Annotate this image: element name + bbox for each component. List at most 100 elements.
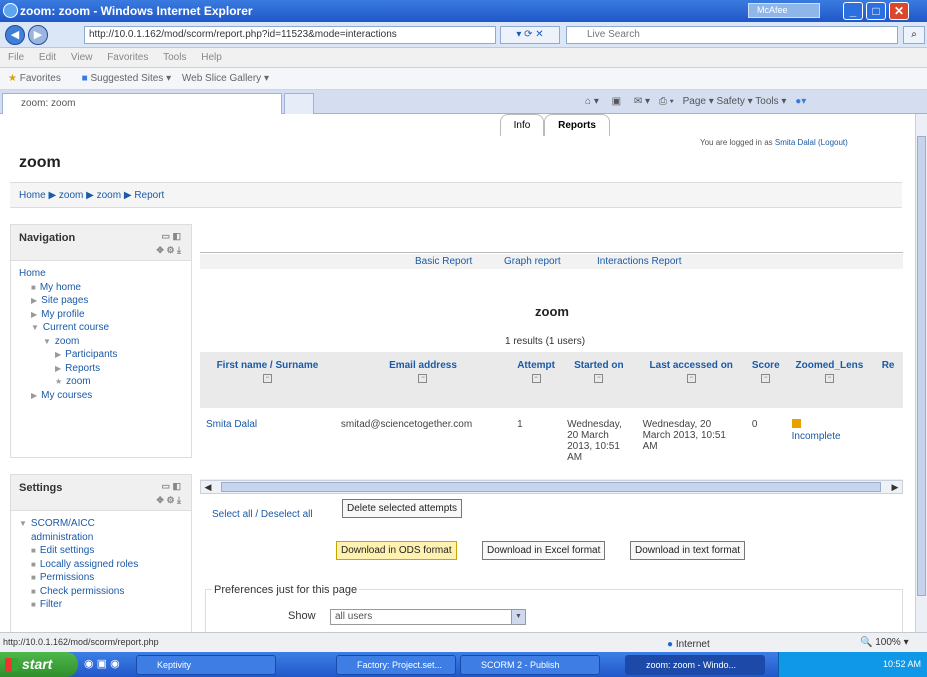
menu-favorites[interactable]: Favorites xyxy=(107,52,148,63)
collapse-column-icon[interactable]: − xyxy=(418,374,428,383)
cell-name[interactable]: Smita Dalal xyxy=(200,408,335,479)
task-scorm-publish[interactable]: SCORM 2 - Publish xyxy=(460,655,600,675)
suggested-sites-link[interactable]: Suggested Sites ▾ xyxy=(90,73,171,84)
col-re[interactable]: Re xyxy=(873,352,903,408)
cell-re xyxy=(873,408,903,479)
new-tab-button[interactable] xyxy=(284,93,314,114)
quick-launch-icons[interactable]: ◉ ▣ ◉ xyxy=(84,657,120,670)
show-select-value: all users xyxy=(335,611,373,622)
scroll-right-icon[interactable]: ▶ xyxy=(888,481,902,493)
close-button[interactable]: ✕ xyxy=(889,2,909,20)
scroll-thumb[interactable] xyxy=(221,482,881,492)
tree-item[interactable]: ▼ zoom xyxy=(19,335,191,349)
col-attempt[interactable]: Attempt − xyxy=(511,352,562,408)
home-icon[interactable]: ⌂ ▾ xyxy=(585,96,599,107)
clock[interactable]: 10:52 AM xyxy=(883,659,921,669)
menu-help[interactable]: Help xyxy=(201,52,222,63)
col-last-accessed[interactable]: Last accessed on − xyxy=(636,352,746,408)
col-zoomed-lens[interactable]: Zoomed_Lens − xyxy=(785,352,874,408)
vertical-scroll-thumb[interactable] xyxy=(917,136,926,596)
download-text-button[interactable]: Download in text format xyxy=(630,541,746,560)
task-ie-zoom[interactable]: zoom: zoom - Windo... xyxy=(625,655,765,675)
search-input[interactable]: Live Search xyxy=(566,26,898,44)
tree-item[interactable]: ▼ SCORM/AICC xyxy=(19,517,191,531)
basic-report-link[interactable]: Basic Report xyxy=(415,254,472,269)
tree-item[interactable]: ■ Check permissions xyxy=(19,585,191,599)
menu-file[interactable]: File xyxy=(8,52,24,63)
help-icon[interactable]: ●▾ xyxy=(795,96,806,107)
interactions-report-link[interactable]: Interactions Report xyxy=(597,254,682,269)
tree-item[interactable]: ■ My home xyxy=(19,281,191,295)
navigation-tree: Home ■ My home ▶ Site pages ▶ My profile ▼ Curre… xyxy=(11,261,191,402)
web-slice-gallery-link[interactable]: Web Slice Gallery ▾ xyxy=(182,73,269,84)
tree-marker-icon: ▶ xyxy=(31,309,38,319)
collapse-column-icon[interactable]: − xyxy=(531,374,541,383)
task-factory-project[interactable]: Factory: Project.set... xyxy=(336,655,456,675)
chevron-down-icon[interactable]: ▼ xyxy=(511,610,525,624)
tree-item[interactable]: ▶ Reports xyxy=(19,362,191,376)
start-button[interactable]: start xyxy=(0,652,78,677)
tree-item[interactable]: ▶ My courses xyxy=(19,389,191,403)
download-ods-button[interactable]: Download in ODS format xyxy=(336,541,457,560)
block-edit-icons[interactable]: ✥ ⚙ ⤓ xyxy=(156,495,181,506)
print-icon[interactable]: ⎙ ▾ xyxy=(659,96,674,107)
refresh-stop-buttons[interactable]: ▾ ⟳ ✕ xyxy=(500,26,560,44)
collapse-column-icon[interactable]: − xyxy=(262,374,272,383)
minimize-button[interactable]: _ xyxy=(843,2,863,20)
mcafee-badge[interactable]: McAfee xyxy=(748,3,820,18)
tree-item[interactable]: ▶ My profile xyxy=(19,308,191,322)
tree-item[interactable]: ▼ Current course xyxy=(19,321,191,335)
select-all-link[interactable]: Select all / Deselect all xyxy=(212,509,313,520)
tree-item[interactable]: ■ Edit settings xyxy=(19,544,191,558)
maximize-button[interactable]: □ xyxy=(866,2,886,20)
favorites-button[interactable]: Favorites xyxy=(20,73,61,84)
show-select[interactable]: all users ▼ xyxy=(330,609,526,625)
cell-zoomed-lens[interactable]: Incomplete xyxy=(786,408,874,479)
col-started[interactable]: Started on − xyxy=(561,352,637,408)
breadcrumb[interactable]: Home ▶ zoom ▶ zoom ▶ Report xyxy=(10,182,902,208)
tree-item[interactable]: ■ Locally assigned roles xyxy=(19,558,191,572)
back-button[interactable]: ◀ xyxy=(5,25,25,45)
scroll-left-icon[interactable]: ◀ xyxy=(201,481,215,493)
tree-item[interactable]: ▶ Site pages xyxy=(19,294,191,308)
page-safety-tools-menus[interactable]: Page ▾ Safety ▾ Tools ▾ xyxy=(683,96,787,107)
menu-view[interactable]: View xyxy=(71,52,93,63)
horizontal-scrollbar[interactable]: ◀ ▶ xyxy=(200,480,903,494)
collapse-column-icon[interactable]: − xyxy=(686,374,696,383)
forward-button[interactable]: ▶ xyxy=(28,25,48,45)
graph-report-link[interactable]: Graph report xyxy=(504,254,561,269)
address-bar[interactable]: http://10.0.1.162/mod/scorm/report.php?i… xyxy=(84,26,496,44)
tab-reports[interactable]: Reports xyxy=(544,114,610,136)
menu-tools[interactable]: Tools xyxy=(163,52,186,63)
col-name[interactable]: First name / Surname − xyxy=(200,352,335,408)
tree-item[interactable]: ★ zoom xyxy=(19,375,191,389)
mail-icon[interactable]: ✉ ▾ xyxy=(634,96,650,107)
col-email[interactable]: Email address − xyxy=(334,352,512,408)
task-keptivity[interactable]: Keptivity xyxy=(136,655,276,675)
tree-item[interactable]: ▶ Participants xyxy=(19,348,191,362)
settings-tree: ▼ SCORM/AICC administration ■ Edit settings ■… xyxy=(11,511,191,612)
tree-item[interactable]: ■ Filter xyxy=(19,598,191,612)
vertical-scrollbar[interactable] xyxy=(915,114,927,632)
col-score[interactable]: Score − xyxy=(745,352,786,408)
logout-link[interactable]: (Logout) xyxy=(818,138,848,147)
search-icon[interactable]: ⌕ xyxy=(903,26,925,44)
feeds-icon[interactable]: ▣ xyxy=(612,96,621,107)
delete-selected-button[interactable]: Delete selected attempts xyxy=(342,499,463,518)
collapse-column-icon[interactable]: − xyxy=(761,374,771,383)
tree-item-label: My profile xyxy=(41,308,85,320)
tree-item[interactable]: ■ Permissions xyxy=(19,571,191,585)
tab-info[interactable]: Info xyxy=(500,114,544,136)
download-excel-button[interactable]: Download in Excel format xyxy=(482,541,606,560)
browser-tab-active[interactable]: zoom: zoom xyxy=(2,93,282,114)
block-collapse-icons[interactable]: ▭ ◧ xyxy=(161,231,181,242)
menu-edit[interactable]: Edit xyxy=(39,52,56,63)
collapse-column-icon[interactable]: − xyxy=(824,374,834,383)
user-link[interactable]: Smita Dalal xyxy=(775,138,816,147)
tree-item[interactable]: Home xyxy=(19,267,191,281)
tree-item[interactable]: administration xyxy=(19,531,191,545)
block-edit-icons[interactable]: ✥ ⚙ ⤓ xyxy=(156,245,181,256)
block-collapse-icons[interactable]: ▭ ◧ xyxy=(161,481,181,492)
zoom-level[interactable]: 🔍 100% ▾ xyxy=(860,633,909,652)
collapse-column-icon[interactable]: − xyxy=(594,374,604,383)
